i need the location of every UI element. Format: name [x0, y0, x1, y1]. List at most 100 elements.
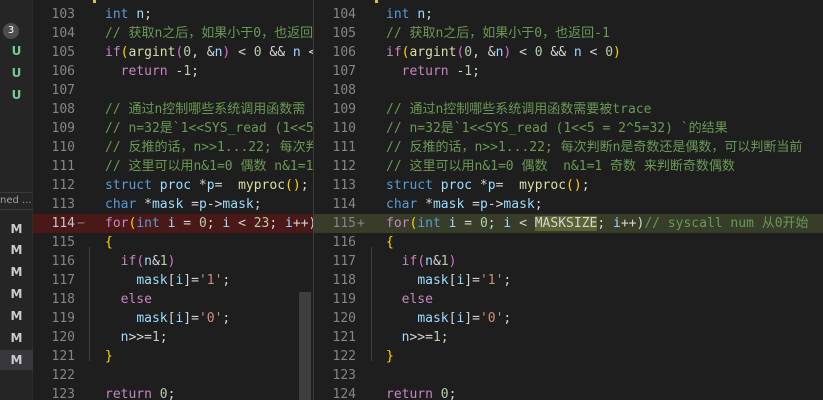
code-line[interactable]: 111 // 这里可以用n&1=0 偶数 n&1=1: [33, 157, 313, 176]
code-line[interactable]: 113 struct proc *p= myproc();: [314, 176, 823, 195]
line-number: 123: [332, 368, 356, 383]
code-line[interactable]: 110 // n=32是`1<<SYS_read (1<<5 = 2^5=32) …: [314, 119, 823, 138]
code-text: mask[i]='0';: [386, 309, 511, 328]
code-token: 0: [605, 45, 614, 60]
code-text: // n=32是`1<<SYS_read (1<<5 = 2^5=32) `的结…: [386, 119, 728, 138]
code-line[interactable]: 107: [33, 81, 313, 100]
diff-modified-pane[interactable]: 104 int n; 105// 获取n之后，如果小于0，也返回-1 106 if(ar…: [313, 0, 823, 400]
code-text: if(argint(0, &n) < 0 && n <: [105, 43, 313, 62]
code-token: '1': [198, 273, 223, 288]
code-token: return: [120, 64, 168, 79]
code-line[interactable]: 119 mask[i]='0';: [33, 309, 313, 328]
code-line[interactable]: 122: [33, 366, 313, 385]
code-token: ): [613, 45, 621, 60]
code-line[interactable]: 113 char *mask =p->mask;: [33, 195, 313, 214]
file-status-modified[interactable]: M: [0, 350, 33, 370]
line-number: 109: [332, 102, 356, 117]
code-token: (): [285, 178, 301, 193]
code-line[interactable]: 119 else: [314, 290, 823, 309]
code-line[interactable]: 108 // 通过n控制哪些系统调用函数需: [33, 100, 313, 119]
code-line[interactable]: 114 char *mask =p->mask;: [314, 195, 823, 214]
code-line[interactable]: 110 // 反推的话，n>>1...22; 每次判: [33, 138, 313, 157]
code-line[interactable]: 107 return -1;: [314, 62, 823, 81]
line-number: 106: [332, 45, 356, 60]
code-token: mask: [151, 197, 184, 212]
added-marker: +: [357, 216, 365, 231]
line-number: 107: [332, 64, 356, 79]
code-line[interactable]: 104 // 获取n之后，如果小于0，也返回: [33, 24, 313, 43]
removed-code-line[interactable]: 114− for(int i = 0; i < 23; i++): [33, 214, 313, 233]
code-token: &&: [261, 45, 293, 60]
file-status-modified[interactable]: M: [0, 328, 33, 348]
code-token: mask: [222, 197, 254, 212]
code-line[interactable]: 116 if(n&1): [33, 252, 313, 271]
code-token: int: [136, 216, 160, 231]
code-line[interactable]: 118 mask[i]='1';: [314, 271, 823, 290]
code-line[interactable]: 123 return 0;: [33, 385, 313, 400]
code-line[interactable]: 105 // 获取n之后，如果小于0，也返回-1: [314, 24, 823, 43]
line-number: 103: [51, 7, 75, 22]
code-token: else: [401, 292, 433, 307]
code-line[interactable]: 111 // 反推的话，n>>1...22; 每次判断n是奇数还是偶数，可以判断当…: [314, 138, 823, 157]
code-token: ;: [269, 216, 286, 231]
code-line[interactable]: 124 return 0;: [314, 385, 823, 400]
code-line[interactable]: 116 {: [314, 233, 823, 252]
code-line[interactable]: 109 // 通过n控制哪些系统调用函数需要被trace: [314, 100, 823, 119]
file-status-untracked[interactable]: U: [0, 41, 33, 61]
file-status-modified[interactable]: M: [0, 306, 33, 326]
line-number: 120: [332, 311, 356, 326]
code-token: {: [386, 235, 394, 250]
file-status-untracked[interactable]: U: [0, 85, 33, 105]
line-number: 120: [51, 330, 75, 345]
file-status-modified[interactable]: M: [0, 219, 33, 239]
code-line[interactable]: 122}: [314, 347, 823, 366]
code-token: 23: [253, 216, 270, 231]
line-number: 115: [51, 235, 75, 250]
diff-original-pane[interactable]: 103 int n; 104// 获取n之后，如果小于0，也返回 105 if(argi…: [33, 0, 313, 400]
code-line[interactable]: 117 if(n&1): [314, 252, 823, 271]
code-token: 1: [159, 254, 168, 269]
code-line[interactable]: 104 int n;: [314, 5, 823, 24]
code-line[interactable]: 121 n>>=1;: [314, 328, 823, 347]
code-line[interactable]: 105 if(argint(0, &n) < 0 && n <: [33, 43, 313, 62]
code-token: argint: [128, 45, 176, 60]
code-line[interactable]: 118 else: [33, 290, 313, 309]
code-line[interactable]: 112 // 这里可以用n&1=0 偶数 n&1=1 奇数 来判断奇数偶数: [314, 157, 823, 176]
code-text: // 通过n控制哪些系统调用函数需: [105, 100, 305, 119]
added-code-line[interactable]: 115 + for(int i = 0; i < MASKSIZE; i++)// …: [314, 214, 823, 233]
code-line[interactable]: 106 return -1;: [33, 62, 313, 81]
removed-marker: −: [77, 216, 85, 231]
file-status-modified[interactable]: M: [0, 262, 33, 282]
file-status-untracked[interactable]: U: [0, 63, 33, 83]
code-line[interactable]: 117 mask[i]='1';: [33, 271, 313, 290]
line-number: 114: [332, 197, 356, 212]
code-line[interactable]: 120 n>>=1;: [33, 328, 313, 347]
code-line[interactable]: 108: [314, 81, 823, 100]
code-line[interactable]: 106 if(argint(0, &n) < 0 && n < 0): [314, 43, 823, 62]
code-token: p: [479, 197, 488, 212]
file-status-modified[interactable]: M: [0, 240, 33, 260]
code-token: ;: [300, 178, 309, 193]
code-token: , &: [472, 45, 496, 60]
code-line[interactable]: 112 struct proc *p= myproc();: [33, 176, 313, 195]
code-line[interactable]: 109 // n=32是`1<<SYS_read (1<<5: [33, 119, 313, 138]
code-line[interactable]: 120 mask[i]='0';: [314, 309, 823, 328]
code-line[interactable]: 103 int n;: [33, 5, 313, 24]
code-token: (: [136, 254, 145, 269]
line-number: 122: [51, 368, 75, 383]
code-token: =: [495, 178, 520, 193]
code-line[interactable]: 121}: [33, 347, 313, 366]
source-control-sidebar: 3 UUUMMMMMMM ned ...: [0, 0, 33, 400]
section-label[interactable]: ned ...: [0, 192, 33, 210]
code-text: if(argint(0, &n) < 0 && n < 0): [386, 43, 621, 62]
code-token: if: [386, 45, 402, 60]
code-text: {: [105, 233, 113, 252]
file-status-modified[interactable]: M: [0, 284, 33, 304]
code-line[interactable]: 123: [314, 366, 823, 385]
code-line[interactable]: 115 {: [33, 233, 313, 252]
